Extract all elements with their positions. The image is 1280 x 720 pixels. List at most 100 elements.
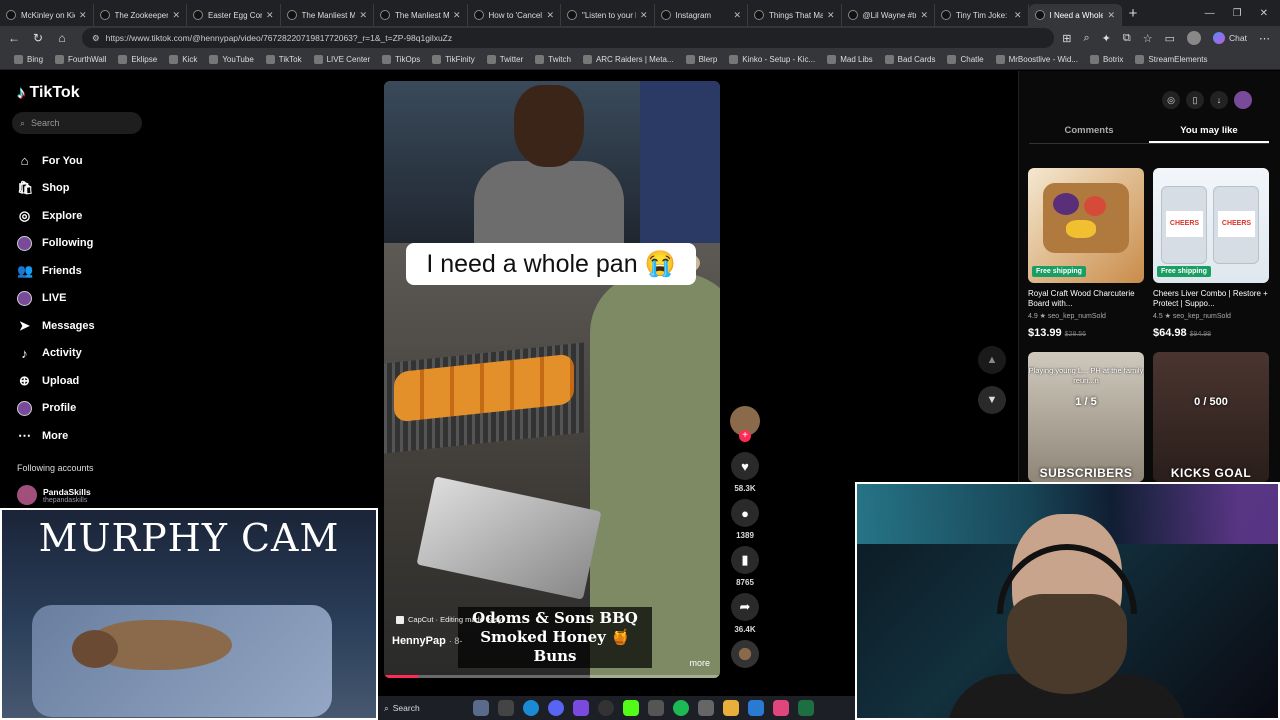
heart-icon[interactable]: ♥ bbox=[731, 452, 759, 480]
bookmark-item[interactable]: Kinko - Setup - Kic... bbox=[723, 55, 821, 64]
bookmark-item[interactable]: TikTok bbox=[260, 55, 308, 64]
bookmark-item[interactable]: Blerp bbox=[680, 55, 724, 64]
edge-icon[interactable] bbox=[523, 700, 539, 716]
bookmark-item[interactable]: Kick bbox=[163, 55, 203, 64]
settings-app-icon[interactable] bbox=[698, 700, 714, 716]
new-tab-button[interactable]: + bbox=[1122, 5, 1144, 22]
tab-comments[interactable]: Comments bbox=[1029, 120, 1149, 143]
browser-tab[interactable]: The Manliest Ma ✕ bbox=[374, 4, 468, 26]
bookmark-item[interactable]: Chatle bbox=[941, 55, 989, 64]
browser-tab[interactable]: Instagram ✕ bbox=[655, 4, 748, 26]
tab-close-icon[interactable]: ✕ bbox=[1014, 10, 1022, 21]
excel-icon[interactable] bbox=[798, 700, 814, 716]
nav-item-following[interactable]: Following bbox=[17, 230, 95, 258]
capcut-tag[interactable]: CapCut · Editing made easy bbox=[396, 615, 502, 624]
collections-icon[interactable]: ▭ bbox=[1165, 32, 1175, 45]
restore-icon[interactable]: ❐ bbox=[1233, 8, 1242, 19]
video-tile[interactable]: Playing young L... PH at the family reun… bbox=[1028, 352, 1144, 482]
tab-close-icon[interactable]: ✕ bbox=[640, 10, 648, 21]
browser-tab[interactable]: Easter Egg Confe ✕ bbox=[187, 4, 281, 26]
address-bar[interactable]: ⚙ https://www.tiktok.com/@hennypap/video… bbox=[82, 28, 1055, 48]
grid-app-icon[interactable] bbox=[573, 700, 589, 716]
following-account-item[interactable]: PandaSkills thepandaskills bbox=[17, 485, 91, 505]
product-card[interactable]: CHEERS CHEERS Free shipping Cheers Liver… bbox=[1153, 168, 1269, 339]
tab-close-icon[interactable]: ✕ bbox=[79, 10, 87, 21]
music-disc-icon[interactable] bbox=[731, 640, 759, 668]
bookmark-item[interactable]: Eklipse bbox=[112, 55, 163, 64]
site-info-icon[interactable]: ⚙ bbox=[92, 33, 100, 44]
video-tile[interactable]: 0 / 500 KICKS GOAL bbox=[1153, 352, 1269, 482]
nav-item-friends[interactable]: 👥 Friends bbox=[17, 257, 95, 285]
previous-video-button[interactable]: ▲ bbox=[978, 346, 1006, 374]
browser-tab[interactable]: I Need a Whole P✕ bbox=[1028, 4, 1122, 26]
browser-tab[interactable]: The Manliest Ma ✕ bbox=[281, 4, 374, 26]
nav-item-live[interactable]: LIVE bbox=[17, 285, 95, 313]
comment-icon[interactable]: ● bbox=[731, 499, 759, 527]
minimize-icon[interactable]: — bbox=[1205, 8, 1215, 19]
video-progress-bar[interactable] bbox=[384, 675, 720, 678]
bookmark-item[interactable]: Bing bbox=[8, 55, 49, 64]
tab-close-icon[interactable]: ✕ bbox=[1107, 10, 1115, 21]
more-link[interactable]: more bbox=[689, 658, 710, 668]
extensions-icon[interactable]: ✦ bbox=[1102, 32, 1111, 45]
taskbar-search[interactable]: ⌕ Search bbox=[384, 703, 464, 714]
nav-item-for-you[interactable]: ⌂ For You bbox=[17, 147, 95, 175]
save-action[interactable]: ▮ 8765 bbox=[727, 546, 763, 587]
next-video-button[interactable]: ▼ bbox=[978, 386, 1006, 414]
tab-close-icon[interactable]: ✕ bbox=[733, 10, 741, 21]
bookmark-item[interactable]: MrBoostlive - Wid... bbox=[990, 55, 1084, 64]
follow-plus-icon[interactable]: + bbox=[739, 430, 751, 442]
home-page-icon[interactable]: ⌂ bbox=[54, 31, 70, 45]
bookmark-item[interactable]: StreamElements bbox=[1129, 55, 1213, 64]
widgets-icon[interactable] bbox=[473, 700, 489, 716]
device-icon[interactable]: ▯ bbox=[1186, 91, 1204, 109]
share-icon[interactable]: ➦ bbox=[731, 593, 759, 621]
user-avatar[interactable] bbox=[1234, 91, 1252, 109]
discord-icon[interactable] bbox=[548, 700, 564, 716]
tab-close-icon[interactable]: ✕ bbox=[172, 10, 180, 21]
nav-item-shop[interactable]: 🛍 Shop bbox=[17, 175, 95, 203]
bookmark-item[interactable]: FourthWall bbox=[49, 55, 112, 64]
video-author[interactable]: HennyPap · 8- bbox=[392, 635, 462, 647]
bookmark-item[interactable]: Botrix bbox=[1084, 55, 1129, 64]
bookmark-item[interactable]: ARC Raiders | Meta... bbox=[577, 55, 680, 64]
bookmark-item[interactable]: TikOps bbox=[376, 55, 426, 64]
browser-tab[interactable]: How to 'Cancel' W✕ bbox=[468, 4, 561, 26]
bookmark-item[interactable]: Mad Libs bbox=[821, 55, 878, 64]
obs-icon[interactable] bbox=[598, 700, 614, 716]
bookmark-icon[interactable]: ▮ bbox=[731, 546, 759, 574]
browser-tab[interactable]: Things That Make ✕ bbox=[748, 4, 842, 26]
tab-close-icon[interactable]: ✕ bbox=[827, 10, 835, 21]
instagram-app-icon[interactable] bbox=[773, 700, 789, 716]
bookmark-item[interactable]: LIVE Center bbox=[308, 55, 377, 64]
app-icon[interactable] bbox=[648, 700, 664, 716]
nav-item-messages[interactable]: ➤ Messages bbox=[17, 312, 95, 340]
browser-menu-icon[interactable]: ⋯ bbox=[1259, 32, 1270, 45]
nav-item-profile[interactable]: Profile bbox=[17, 395, 95, 423]
browser-tab[interactable]: Tiny Tim Joke: Sh ✕ bbox=[935, 4, 1029, 26]
tiktok-logo[interactable]: ♪ TikTok bbox=[17, 83, 80, 103]
file-explorer-icon[interactable] bbox=[723, 700, 739, 716]
nav-item-activity[interactable]: ♪ Activity bbox=[17, 340, 95, 368]
chat-button[interactable]: Chat bbox=[1213, 32, 1247, 44]
notepad-icon[interactable] bbox=[748, 700, 764, 716]
creator-avatar[interactable]: + bbox=[730, 406, 760, 442]
browser-tab[interactable]: @Lil Wayne #tru ✕ bbox=[842, 4, 935, 26]
tab-close-icon[interactable]: ✕ bbox=[266, 10, 274, 21]
kick-icon[interactable] bbox=[623, 700, 639, 716]
reload-icon[interactable]: ↻ bbox=[30, 31, 46, 45]
tab-close-icon[interactable]: ✕ bbox=[546, 10, 554, 21]
product-card[interactable]: Free shipping Royal Craft Wood Charcuter… bbox=[1028, 168, 1144, 339]
back-icon[interactable]: ← bbox=[6, 31, 22, 45]
tab-close-icon[interactable]: ✕ bbox=[359, 10, 367, 21]
settings-icon[interactable]: ◎ bbox=[1162, 91, 1180, 109]
spotify-icon[interactable] bbox=[673, 700, 689, 716]
favorites-icon[interactable]: ☆ bbox=[1143, 32, 1153, 45]
bookmark-item[interactable]: TikFinity bbox=[426, 55, 480, 64]
like-action[interactable]: ♥ 58.3K bbox=[727, 452, 763, 493]
nav-item-more[interactable]: ⋯ More bbox=[17, 422, 95, 450]
zoom-icon[interactable]: ⌕ bbox=[1084, 32, 1090, 45]
browser-tab[interactable]: The Zookeeper a✕ bbox=[94, 4, 187, 26]
install-icon[interactable]: ⊞ bbox=[1062, 32, 1071, 45]
comment-action[interactable]: ● 1389 bbox=[727, 499, 763, 540]
